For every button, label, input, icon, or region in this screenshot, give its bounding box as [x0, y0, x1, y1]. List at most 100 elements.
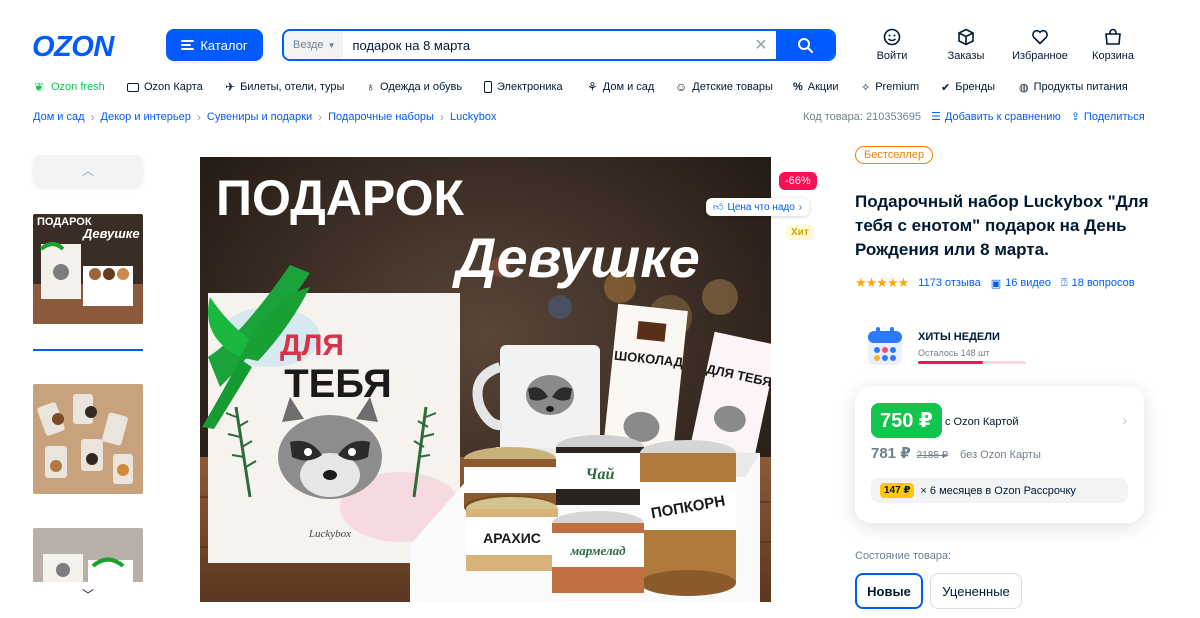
chevron-right-icon[interactable]: ›	[1122, 412, 1127, 428]
nav-label: Билеты, отели, туры	[240, 81, 345, 93]
phone-icon	[484, 81, 492, 93]
chevron-down-icon: ▼	[327, 40, 336, 50]
clear-search-icon[interactable]: ✕	[746, 35, 776, 55]
breadcrumb-item[interactable]: Сувениры и подарки	[207, 111, 312, 123]
nav-label: Продукты питания	[1033, 81, 1128, 93]
premium-icon: ✧	[861, 81, 871, 94]
nav-item-home[interactable]: ⚘ Дом и сад	[587, 80, 675, 94]
chevron-right-icon: ›	[318, 110, 323, 124]
rating-row: ★★★★★ 1173 отзыва ▣ 16 видео ⍰ 18 вопросов	[855, 275, 1135, 291]
favorites-button[interactable]: Избранное	[1005, 28, 1075, 62]
good-price-link[interactable]: 👍︎ Цена что надо ›	[706, 198, 810, 216]
nav-label: Акции	[807, 81, 839, 93]
nav-item-ozon-fresh[interactable]: ❦ Ozon fresh	[34, 80, 127, 94]
search-button[interactable]	[776, 31, 834, 59]
stock-progress	[918, 361, 1026, 364]
nav-item-clothes[interactable]: ♁ Одежда и обувь	[366, 80, 484, 94]
questions-link[interactable]: ⍰ 18 вопросов	[1061, 277, 1135, 290]
orders-button[interactable]: Заказы	[931, 28, 1001, 62]
nav-label: Электроника	[497, 81, 563, 93]
compare-icon: ☰	[931, 111, 941, 123]
questions-label: 18 вопросов	[1071, 277, 1135, 289]
regular-price-row: 781 ₽ 2185 ₽ без Ozon Карты	[871, 444, 1041, 462]
fresh-icon: ❦	[34, 80, 45, 94]
installment-amount: 147 ₽	[880, 483, 915, 498]
installment-text: × 6 месяцев в Ozon Рассрочку	[920, 484, 1076, 497]
reviews-link[interactable]: 1173 отзыва	[918, 277, 980, 289]
price-card: 750 ₽ с Ozon Картой › 781 ₽ 2185 ₽ без O…	[855, 386, 1144, 523]
catalog-button[interactable]: Каталог	[166, 29, 263, 61]
discount-badge: -66%	[779, 172, 817, 190]
ozon-logo[interactable]: OZON	[32, 31, 114, 64]
good-price-label: Цена что надо	[727, 201, 795, 213]
cart-button[interactable]: Корзина	[1078, 28, 1148, 62]
videos-link[interactable]: ▣ 16 видео	[991, 277, 1051, 290]
thumbs-scroll-down[interactable]: ﹀	[33, 582, 143, 606]
bestseller-badge: Бестселлер	[855, 146, 934, 164]
weekly-hits-title: ХИТЫ НЕДЕЛИ	[918, 331, 1000, 343]
chevron-right-icon: ›	[439, 110, 444, 124]
condition-used-button[interactable]: Уцененные	[930, 573, 1022, 609]
nav-label: Бренды	[955, 81, 996, 93]
nav-item-ozon-card[interactable]: Ozon Карта	[127, 80, 225, 94]
weekly-hits[interactable]: ХИТЫ НЕДЕЛИ Осталось 148 шт	[866, 326, 1026, 368]
stock-progress-fill	[918, 361, 983, 364]
box-brand: Luckybox	[308, 528, 351, 540]
share-label: Поделиться	[1083, 110, 1145, 123]
box-text-1: ДЛЯ	[280, 329, 344, 362]
condition-new-button[interactable]: Новые	[855, 573, 923, 609]
thumbnail-3[interactable]	[33, 528, 143, 586]
regular-price: 781 ₽	[871, 445, 911, 462]
breadcrumb-item[interactable]: Подарочные наборы	[328, 111, 434, 123]
breadcrumb-item[interactable]: Дом и сад	[33, 111, 85, 123]
product-main-image[interactable]: ПОДАРОК Девушке ДЛЯ ТЕБЯ Luckybox ШОКОЛА…	[200, 157, 771, 602]
nav-item-brands[interactable]: ✔ Бренды	[941, 80, 1019, 94]
nav-item-sales[interactable]: % Акции	[793, 80, 861, 94]
installment-banner[interactable]: 147 ₽ × 6 месяцев в Ozon Рассрочку	[871, 478, 1128, 503]
chevron-right-icon: ›	[798, 201, 803, 213]
search-scope-label: Везде	[293, 39, 324, 51]
nav-label: Ozon fresh	[51, 81, 105, 93]
login-button[interactable]: Войти	[857, 28, 927, 62]
nav-label: Детские товары	[692, 81, 773, 93]
nav-item-electronics[interactable]: Электроника	[484, 80, 587, 94]
thumbnail-2[interactable]	[33, 384, 143, 494]
nav-item-premium[interactable]: ✧ Premium	[861, 80, 941, 94]
thumbnail-image-1: ПОДАРОК Девушке	[33, 214, 143, 324]
breadcrumb-item[interactable]: Luckybox	[450, 111, 496, 123]
orders-label: Заказы	[947, 50, 985, 62]
product-code: Код товара: 210353695	[803, 110, 922, 123]
hit-badge: Хит	[786, 225, 814, 240]
jar-text-3: АРАХИС	[483, 530, 541, 546]
thumb-up-icon: 👍︎	[713, 202, 724, 213]
video-icon: ▣	[990, 277, 1002, 290]
thumbnail-1[interactable]: ПОДАРОК Девушке	[33, 214, 143, 324]
favorites-label: Избранное	[1012, 50, 1068, 62]
breadcrumb-item[interactable]: Декор и интерьер	[101, 111, 191, 123]
nav-item-kids[interactable]: ☺ Детские товары	[675, 80, 793, 94]
thumbs-scroll-up[interactable]: ︿	[33, 155, 143, 185]
share-link[interactable]: ⇪ Поделиться	[1070, 110, 1145, 124]
clothes-icon: ♁	[366, 80, 375, 94]
jar-text-4: мармелад	[569, 543, 626, 558]
plane-icon: ✈	[225, 80, 236, 94]
stock-left: Осталось 148 шт	[918, 348, 990, 358]
thumbnail-active-indicator	[33, 349, 143, 351]
search-icon	[798, 38, 813, 53]
compare-link[interactable]: ☰ Добавить к сравнению	[931, 110, 1061, 124]
thumbnail-image-3	[33, 528, 143, 586]
rating-stars[interactable]: ★★★★★	[855, 275, 909, 291]
nav-item-tickets[interactable]: ✈ Билеты, отели, туры	[225, 80, 366, 94]
search-input[interactable]: подарок на 8 марта	[343, 38, 746, 53]
favorites-icon	[1032, 29, 1048, 45]
videos-label: 16 видео	[1005, 277, 1052, 289]
breadcrumb: Дом и сад › Декор и интерьер › Сувениры и …	[33, 110, 496, 124]
chevron-up-icon: ︿	[81, 163, 94, 178]
share-icon: ⇪	[1070, 111, 1080, 123]
no-card-label: без Ozon Карты	[960, 449, 1041, 461]
nav-item-food[interactable]: ◍ Продукты питания	[1019, 80, 1128, 94]
category-nav: ❦ Ozon fresh Ozon Карта ✈ Билеты, отели, т…	[34, 80, 1128, 94]
search-scope-select[interactable]: Везде ▼	[284, 31, 344, 59]
nav-label: Premium	[875, 81, 920, 93]
food-icon: ◍	[1019, 81, 1029, 94]
